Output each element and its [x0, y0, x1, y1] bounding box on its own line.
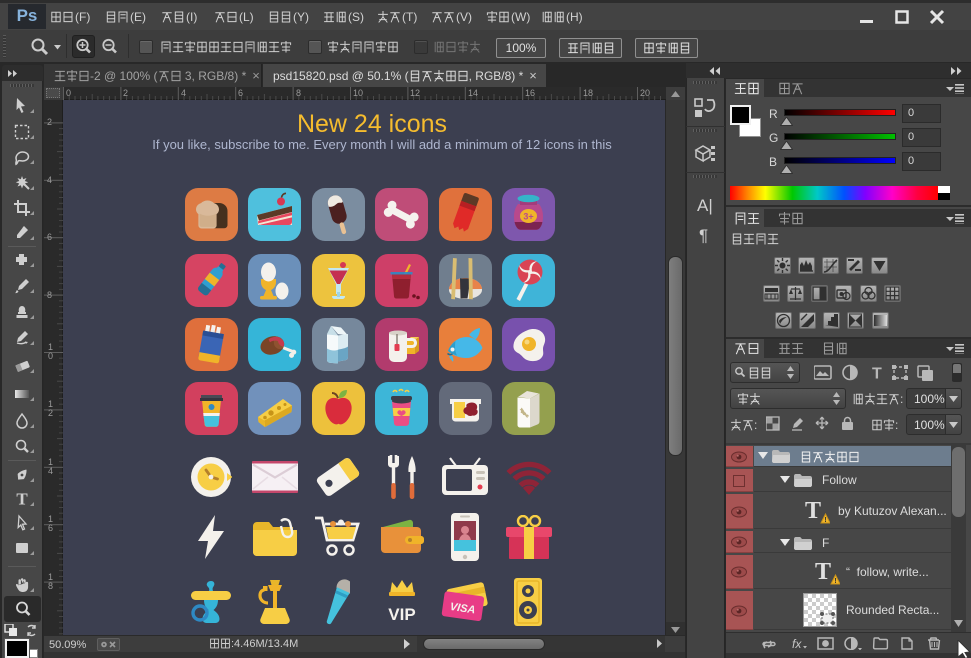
- svg-text:fx: fx: [792, 637, 802, 650]
- svg-text:!: !: [824, 517, 826, 524]
- svg-text:T: T: [805, 498, 821, 524]
- svg-text:!: !: [834, 578, 836, 585]
- svg-text:T: T: [872, 366, 882, 383]
- svg-text:T: T: [16, 490, 28, 508]
- svg-text:T: T: [815, 559, 831, 585]
- svg-text:3+: 3+: [523, 212, 533, 222]
- svg-text:VIP: VIP: [388, 605, 415, 624]
